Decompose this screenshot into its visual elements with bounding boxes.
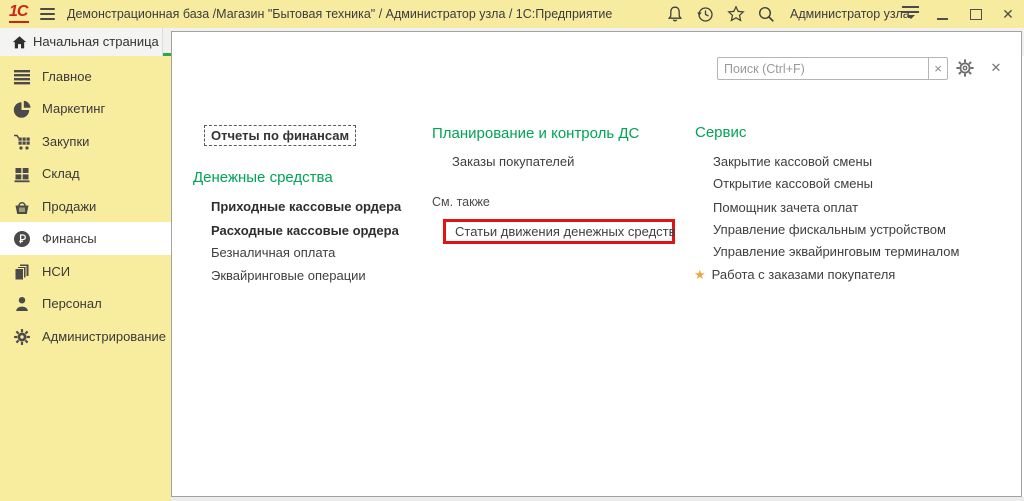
minimize-button[interactable] <box>931 0 953 28</box>
see-also-label: См. также <box>432 193 490 211</box>
menu-item-beznalichnaya-oplata[interactable]: Безналичная оплата <box>211 243 335 262</box>
menu-item-prihodnye-ordera[interactable]: Приходные кассовые ордера <box>211 197 401 216</box>
ruble-circle-icon <box>13 230 31 248</box>
finance-reports-button[interactable]: Отчеты по финансам <box>204 125 356 146</box>
home-page-tab[interactable]: Начальная страница <box>0 28 163 56</box>
favorite-star-icon: ★ <box>694 265 706 284</box>
sidebar-item-label: Закупки <box>42 134 89 149</box>
gear-icon <box>13 328 31 346</box>
sidebar-item-label: Маркетинг <box>42 101 105 116</box>
sidebar-item-nsi[interactable]: НСИ <box>0 255 171 288</box>
bars-icon <box>13 68 31 86</box>
home-tab-label: Начальная страница <box>33 28 159 56</box>
menu-item-stati-dvizheniya-ds[interactable]: Статьи движения денежных средств <box>446 224 676 239</box>
settings-gear-icon[interactable] <box>955 58 975 78</box>
menu-item-zakazy-pokupateley[interactable]: Заказы покупателей <box>452 152 574 171</box>
pallet-icon <box>13 165 31 183</box>
title-bar: 1С Демонстрационная база /Магазин "Бытов… <box>0 0 1024 28</box>
panel-close-button[interactable]: ✕ <box>987 59 1005 77</box>
cart-icon <box>13 133 31 151</box>
documents-icon <box>13 263 31 281</box>
menu-item-ekvayringovyy-terminal[interactable]: Управление эквайринговым терминалом <box>713 242 959 261</box>
sidebar-item-prodazhi[interactable]: Продажи <box>0 190 171 223</box>
highlight-annotation-box: Статьи движения денежных средств <box>443 219 675 244</box>
menu-item-rabota-s-zakazami[interactable]: ★ Работа с заказами покупателя <box>694 265 895 284</box>
sidebar-item-finansy[interactable]: Финансы <box>0 222 171 255</box>
sidebar-item-label: Продажи <box>42 199 96 214</box>
group-header-planning: Планирование и контроль ДС <box>432 124 639 143</box>
sidebar-item-label: Финансы <box>42 231 97 246</box>
favorites-star-icon[interactable] <box>727 5 745 23</box>
search-clear-button[interactable]: × <box>928 57 948 80</box>
menu-item-pomoshchnik-zacheta[interactable]: Помощник зачета оплат <box>713 198 858 217</box>
sidebar-item-personal[interactable]: Персонал <box>0 287 171 320</box>
main-menu-icon[interactable] <box>40 8 55 20</box>
pie-chart-icon <box>13 100 31 118</box>
menu-item-label: Работа с заказами покупателя <box>712 265 896 284</box>
menu-item-fiskalnoe-ustroystvo[interactable]: Управление фискальным устройством <box>713 220 946 239</box>
menu-item-otkrytie-smeny[interactable]: Открытие кассовой смены <box>713 174 873 193</box>
home-icon <box>12 35 27 50</box>
menu-item-ekvayringovye-operacii[interactable]: Эквайринговые операции <box>211 266 366 285</box>
sidebar-item-label: НСИ <box>42 264 70 279</box>
history-icon[interactable] <box>696 5 714 23</box>
maximize-button[interactable] <box>965 0 987 28</box>
sidebar-item-administrirovanie[interactable]: Администрирование <box>0 320 171 353</box>
sidebar-item-label: Администрирование <box>42 329 166 344</box>
window-title: Демонстрационная база /Магазин "Бытовая … <box>67 0 612 28</box>
search-input[interactable] <box>717 57 929 80</box>
global-search-icon[interactable] <box>757 5 775 23</box>
basket-icon <box>13 198 31 216</box>
sidebar-item-label: Склад <box>42 166 80 181</box>
menu-item-rashodnye-ordera[interactable]: Расходные кассовые ордера <box>211 221 399 240</box>
sidebar-item-label: Персонал <box>42 296 102 311</box>
sidebar-item-glavnoe[interactable]: Главное <box>0 60 171 93</box>
service-menu-icon[interactable] <box>902 6 919 22</box>
sidebar-item-zakupki[interactable]: Закупки <box>0 125 171 158</box>
close-window-button[interactable]: ✕ <box>997 0 1019 28</box>
group-header-service: Сервис <box>695 123 746 142</box>
1c-logo: 1С <box>9 3 29 23</box>
active-tab-indicator <box>163 53 171 56</box>
sections-panel: Главное Маркетинг Закупки <box>0 56 171 501</box>
status-strip <box>171 497 1024 501</box>
menu-item-zakrytie-smeny[interactable]: Закрытие кассовой смены <box>713 152 872 171</box>
group-header-cash: Денежные средства <box>193 168 333 187</box>
current-user[interactable]: Администратор узла <box>790 0 910 28</box>
sidebar-item-label: Главное <box>42 69 92 84</box>
bell-icon[interactable] <box>666 5 684 23</box>
1c-application-window: 1С Демонстрационная база /Магазин "Бытов… <box>0 0 1024 501</box>
sidebar-item-sklad[interactable]: Склад <box>0 157 171 190</box>
sidebar-item-marketing[interactable]: Маркетинг <box>0 92 171 125</box>
person-icon <box>13 295 31 313</box>
minimize-icon <box>937 18 948 20</box>
functions-menu-panel: × ✕ Отчеты по финансам Денежные средства… <box>171 31 1022 497</box>
maximize-icon <box>970 9 982 20</box>
